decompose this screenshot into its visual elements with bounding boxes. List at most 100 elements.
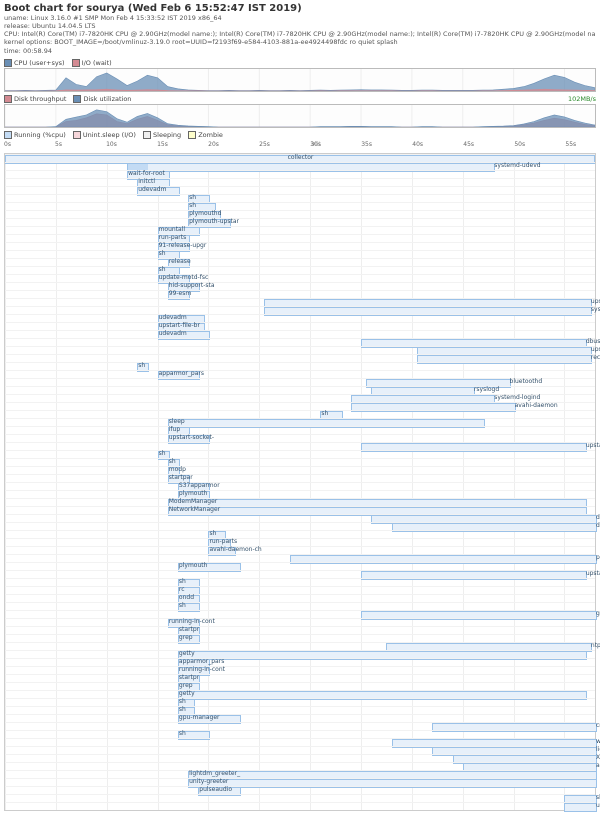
gantt-row: avahi-daemon (5, 402, 595, 410)
gantt-row: update-motd-fsc (5, 274, 595, 282)
process-gantt: collectorsystemd-udevdwait-for-rootinitc… (4, 153, 596, 811)
gantt-row: bluetoothd (5, 378, 595, 386)
gantt-row: upstart-file-br (5, 322, 595, 330)
proc-label: running-in-cont (168, 618, 215, 625)
gantt-row: sh (5, 194, 595, 202)
proc-label: running-in-cont (178, 666, 225, 673)
gantt-row: getty (5, 650, 595, 658)
gantt-row: upstart-d (5, 346, 595, 354)
proc-label: S37apparmor (178, 482, 220, 489)
proc-bar (564, 803, 597, 812)
gantt-row: unity-greeter (5, 778, 595, 786)
proc-label: cron (595, 722, 600, 729)
tick: 25s (259, 141, 270, 148)
gantt-row: cron (5, 722, 595, 730)
gantt-row: startpar (5, 474, 595, 482)
proc-label: 91-release-upgr (158, 242, 207, 249)
proc-label: ondd (178, 594, 194, 601)
meta-kernel: kernel options: BOOT_IMAGE=/boot/vmlinuz… (4, 38, 596, 46)
proc-label: 99-esm (168, 290, 191, 297)
proc-label: Xorg (595, 754, 600, 761)
proc-label: dbus-daemon (585, 338, 600, 345)
proc-label: gpu-manager (178, 714, 220, 721)
time-axis: 0s5s10s15s20s25s30s35s40s45s50s55sinit (4, 141, 596, 151)
proc-label: pulseaudio (198, 786, 232, 793)
proc-label: getty (178, 690, 195, 697)
gantt-row: pulseaudio (5, 786, 595, 794)
meta-cpu: CPU: Intel(R) Core(TM) i7-7820HK CPU @ 2… (4, 30, 596, 38)
gantt-row: sh (5, 202, 595, 210)
gantt-row: startpr (5, 626, 595, 634)
gantt-row: NetworkManager (5, 506, 595, 514)
proc-label: sleep (168, 418, 185, 425)
proc-label: sh (188, 194, 196, 201)
gantt-row: ondd (5, 594, 595, 602)
cpu-legend: CPU (user+sys) I/O (wait) (4, 59, 596, 67)
proc-label: unity-greeter (188, 778, 228, 785)
disk-legend: Disk throughput Disk utilization 102MB/s (4, 95, 596, 103)
proc-label: udevadm (158, 330, 187, 337)
gantt-row: running-in-cont (5, 666, 595, 674)
proc-label: upstart-file-br (158, 322, 200, 329)
proc-label: getty (595, 610, 600, 617)
cpu-legend-io: I/O (wait) (82, 59, 112, 67)
proc-label: systemd-logind (493, 394, 540, 401)
proc-label: getty (178, 650, 195, 657)
gantt-row: sh (5, 530, 595, 538)
disk-chart (4, 104, 596, 128)
gantt-row: sh (5, 450, 595, 458)
gantt-row: sh (5, 706, 595, 714)
proc-label: upstart-file-br (585, 442, 600, 449)
proc-label: apparmor_pars (158, 370, 204, 377)
proc-label: sh (158, 250, 166, 257)
gantt-row: wait-for-root (5, 170, 595, 178)
tick: 35s (361, 141, 372, 148)
gantt-row: sh (5, 602, 595, 610)
proc-label: update-motd-fsc (158, 274, 209, 281)
gantt-row: ifup (5, 426, 595, 434)
tick: 40s (412, 141, 423, 148)
proc-label: udevadm (137, 186, 166, 193)
proc-label: hid-support-sta (168, 282, 215, 289)
gantt-row: dhclient (5, 514, 595, 522)
gantt-row: modp (5, 466, 595, 474)
gantt-row: apparmor_pars (5, 370, 595, 378)
proc-label: avahi-daemon (514, 402, 558, 409)
gantt-row: upstart-socket- (5, 434, 595, 442)
gantt-row: mountall (5, 226, 595, 234)
gantt-row: initctl (5, 178, 595, 186)
gantt-row: upstart-socket- (5, 570, 595, 578)
tick: 20s (208, 141, 219, 148)
gantt-row: upstart-udev-br (5, 298, 595, 306)
proc-label: sh (137, 362, 145, 369)
proc-label: run-parts (208, 538, 237, 545)
proc-label: sh (178, 706, 186, 713)
proc-label: upstart-socket- (168, 434, 214, 441)
gantt-row: sh (5, 698, 595, 706)
proc-label: upstart-d (590, 346, 600, 353)
proc-label: upstart-udev-br (590, 298, 600, 305)
proc-label: rc (178, 586, 185, 593)
gantt-row: running-in-cont (5, 618, 595, 626)
proc-label: sh (158, 450, 166, 457)
gantt-row: plymouth-upstar (5, 218, 595, 226)
proc-label: grep (178, 682, 193, 689)
tick: 45s (463, 141, 474, 148)
gantt-row: lightdm_greeter_ (5, 770, 595, 778)
gantt-row: startpr (5, 674, 595, 682)
gantt-row: sh (5, 362, 595, 370)
disk-legend-thr: Disk throughput (14, 95, 66, 103)
tick: 50s (514, 141, 525, 148)
proc-label: dnsmasq (595, 522, 600, 529)
gantt-row: sh (5, 578, 595, 586)
gantt-row: run-parts (5, 234, 595, 242)
meta-time: time: 00:58.94 (4, 47, 596, 55)
gantt-row: sh (5, 458, 595, 466)
gantt-row: release (5, 258, 595, 266)
disk-legend-util: Disk utilization (83, 95, 131, 103)
proc-label: ModemManager (168, 498, 218, 505)
proc-label: apparmor_pars (178, 658, 224, 665)
gantt-row: rc (5, 586, 595, 594)
proc-label: systemd-udevd (493, 162, 540, 169)
proc-label: dhclient (595, 514, 600, 521)
